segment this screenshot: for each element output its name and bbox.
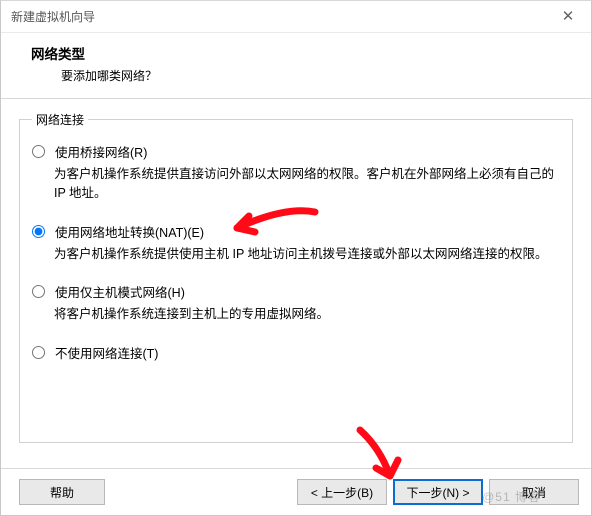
- close-button[interactable]: ✕: [545, 1, 591, 31]
- option-desc: 将客户机操作系统连接到主机上的专用虚拟网络。: [54, 305, 560, 324]
- radio-hostonly[interactable]: [32, 285, 45, 298]
- back-button[interactable]: < 上一步(B): [297, 479, 387, 505]
- close-icon: ✕: [562, 7, 575, 25]
- option-desc: 为客户机操作系统提供直接访问外部以太网网络的权限。客户机在外部网络上必须有自己的…: [54, 165, 560, 204]
- next-button[interactable]: 下一步(N) >: [393, 479, 483, 505]
- content-area: 网络连接 使用桥接网络(R) 为客户机操作系统提供直接访问外部以太网网络的权限。…: [1, 99, 591, 468]
- group-legend: 网络连接: [32, 111, 88, 128]
- radio-nat[interactable]: [32, 225, 45, 238]
- radio-bridged[interactable]: [32, 145, 45, 158]
- option-desc: 为客户机操作系统提供使用主机 IP 地址访问主机拨号连接或外部以太网网络连接的权…: [54, 245, 560, 264]
- option-label: 使用网络地址转换(NAT)(E): [55, 222, 204, 241]
- option-nat[interactable]: 使用网络地址转换(NAT)(E) 为客户机操作系统提供使用主机 IP 地址访问主…: [32, 222, 560, 264]
- radio-none[interactable]: [32, 346, 45, 359]
- option-label: 不使用网络连接(T): [55, 343, 158, 362]
- option-hostonly[interactable]: 使用仅主机模式网络(H) 将客户机操作系统连接到主机上的专用虚拟网络。: [32, 282, 560, 324]
- option-bridged[interactable]: 使用桥接网络(R) 为客户机操作系统提供直接访问外部以太网网络的权限。客户机在外…: [32, 142, 560, 204]
- network-group: 网络连接 使用桥接网络(R) 为客户机操作系统提供直接访问外部以太网网络的权限。…: [19, 111, 573, 443]
- option-label: 使用桥接网络(R): [55, 142, 147, 161]
- option-label: 使用仅主机模式网络(H): [55, 282, 185, 301]
- help-button[interactable]: 帮助: [19, 479, 105, 505]
- watermark: @51 博客: [482, 488, 541, 505]
- option-none[interactable]: 不使用网络连接(T): [32, 343, 560, 362]
- titlebar: 新建虚拟机向导 ✕: [1, 1, 591, 33]
- window-title: 新建虚拟机向导: [11, 8, 95, 25]
- wizard-dialog: 新建虚拟机向导 ✕ 网络类型 要添加哪类网络？ 网络连接 使用桥接网络(R) 为…: [0, 0, 592, 516]
- wizard-header: 网络类型 要添加哪类网络？: [1, 33, 591, 99]
- page-subtitle: 要添加哪类网络？: [61, 67, 567, 84]
- page-title: 网络类型: [31, 43, 567, 63]
